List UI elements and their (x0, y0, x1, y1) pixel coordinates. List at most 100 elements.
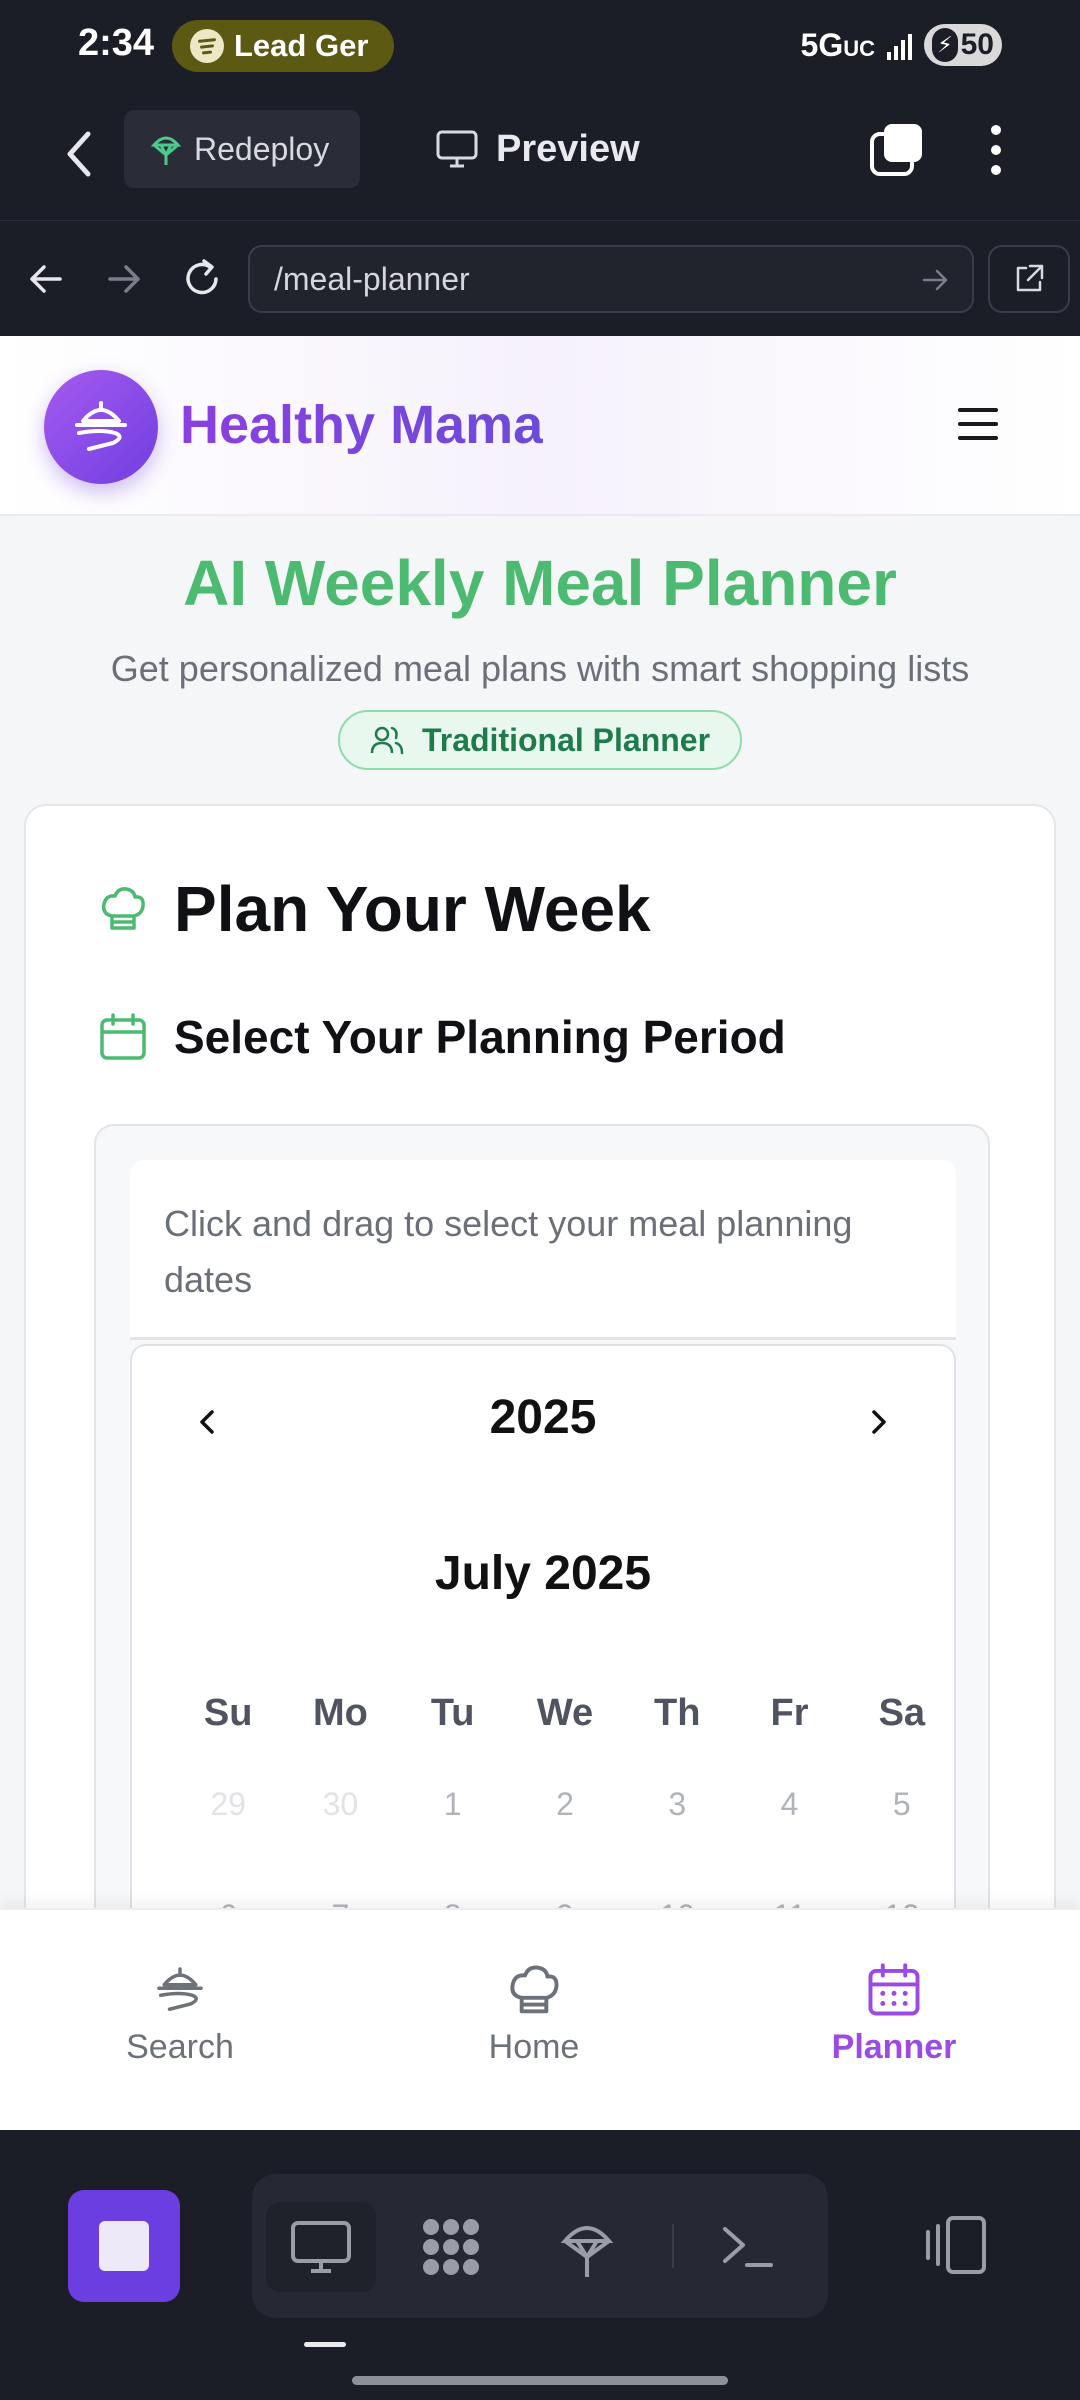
planner-mode-label: Traditional Planner (421, 721, 711, 758)
app-bar: Redeploy Preview (0, 92, 1080, 220)
calendar-day[interactable]: 5 (846, 1786, 958, 1823)
nav-planner[interactable]: Planner (774, 1962, 1014, 2067)
calendar-day[interactable]: 7 (284, 1898, 396, 1909)
weekday-label: Su (203, 1691, 253, 1734)
web-content: Healthy Mama AI Weekly Meal Planner Get … (0, 336, 1080, 1908)
go-arrow-icon[interactable] (920, 265, 950, 295)
dots-grid-icon (423, 2219, 479, 2275)
calendar-week-row: 29 30 1 2 3 4 5 (172, 1748, 958, 1860)
tool-deploy[interactable] (532, 2202, 642, 2292)
calendar-day[interactable]: 3 (621, 1786, 733, 1823)
redeploy-label: Redeploy (194, 130, 330, 167)
calendar-week-row: 6 7 8 9 10 11 12 (172, 1860, 958, 1909)
active-tool-indicator (304, 2342, 346, 2347)
status-bar: 2:34 Lead Ger 5GUC ⚡ 50 (0, 0, 1080, 92)
spotify-icon (190, 29, 224, 63)
network-indicator: 5GUC (800, 26, 875, 63)
tool-console[interactable] (692, 2202, 802, 2292)
device-toggle-icon[interactable] (920, 2210, 990, 2280)
chef-hat-icon (510, 1965, 559, 2014)
calendar-day[interactable]: 10 (621, 1898, 733, 1909)
calendar-day-outside: 30 (322, 1785, 359, 1822)
nav-home-label: Home (488, 2028, 580, 2066)
browser-back-icon[interactable] (24, 257, 68, 301)
period-title: Select Your Planning Period (174, 1011, 786, 1063)
calendar-month: July 2025 (434, 1547, 652, 1600)
nav-planner-label: Planner (831, 2028, 957, 2066)
weekday-label: Th (654, 1691, 701, 1734)
tabs-icon[interactable] (868, 122, 924, 178)
weekday-label: Fr (770, 1691, 809, 1734)
reload-icon[interactable] (180, 257, 224, 301)
deploy-icon (150, 136, 182, 165)
planner-mode-badge[interactable]: Traditional Planner (338, 710, 742, 770)
more-vertical-icon[interactable] (986, 122, 1006, 178)
terminal-icon (723, 2227, 773, 2267)
battery-indicator: ⚡ 50 (924, 24, 1002, 66)
weekday-label: We (536, 1691, 594, 1734)
plan-title: Plan Your Week (174, 873, 651, 945)
media-title: Lead Ger (234, 28, 369, 63)
external-link-icon (1016, 264, 1044, 292)
weekday-header-row: Su Mo Tu We Th Fr Sa (172, 1678, 958, 1748)
calendar-year: 2025 (489, 1391, 597, 1444)
url-input[interactable]: /meal-planner (248, 245, 974, 313)
preview-label: Preview (496, 127, 640, 170)
food-bowl-icon (75, 401, 127, 451)
calendar-day[interactable]: 8 (397, 1898, 509, 1909)
plan-card: Plan Your Week Select Your Planning Peri… (24, 804, 1056, 1908)
home-indicator[interactable] (352, 2376, 728, 2385)
calendar-day[interactable]: 9 (509, 1898, 621, 1909)
url-text: /meal-planner (274, 260, 470, 297)
calendar-hint: Click and drag to select your meal plann… (130, 1160, 956, 1340)
weekday-label: Sa (878, 1691, 926, 1734)
period-heading: Select Your Planning Period (98, 1010, 786, 1064)
weekday-label: Mo (312, 1691, 368, 1734)
nav-search-label: Search (126, 2028, 234, 2066)
back-icon[interactable] (60, 126, 100, 182)
page-title: AI Weekly Meal Planner (183, 547, 897, 619)
calendar-day[interactable]: 2 (509, 1786, 621, 1823)
signal-icon (887, 30, 912, 60)
deploy-icon (560, 2226, 614, 2277)
monitor-icon (291, 2221, 351, 2273)
browser-toolbar: /meal-planner (0, 220, 1080, 336)
tool-separator (672, 2224, 674, 2268)
chef-hat-icon (101, 887, 145, 930)
next-year-icon[interactable] (864, 1402, 894, 1442)
brand-name[interactable]: Healthy Mama (180, 394, 543, 456)
users-icon (370, 726, 404, 755)
nav-search[interactable]: Search (60, 1962, 300, 2067)
page-subtitle: Get personalized meal plans with smart s… (110, 648, 970, 689)
weekday-label: Tu (430, 1691, 475, 1734)
calendar-day-outside: 29 (210, 1785, 246, 1822)
tool-services[interactable] (396, 2202, 506, 2292)
tool-group (252, 2174, 828, 2318)
tool-preview[interactable] (266, 2202, 376, 2292)
nav-home[interactable]: Home (414, 1962, 654, 2067)
calendar-day[interactable]: 6 (172, 1898, 284, 1909)
bottom-nav: Search Home Planner (0, 1908, 1080, 2130)
redeploy-button[interactable]: Redeploy (124, 110, 360, 188)
browser-forward-icon[interactable] (102, 257, 146, 301)
monitor-icon (436, 130, 478, 168)
calendar-day[interactable]: 11 (733, 1898, 845, 1909)
calendar-day[interactable]: 1 (397, 1786, 509, 1823)
calendar-day[interactable]: 4 (733, 1786, 845, 1823)
calendar-day[interactable]: 12 (846, 1898, 958, 1909)
menu-icon[interactable] (958, 408, 998, 444)
date-range-picker: Click and drag to select your meal plann… (94, 1124, 990, 1908)
open-external-button[interactable] (988, 245, 1070, 313)
stop-button[interactable] (68, 2190, 180, 2302)
preview-button[interactable]: Preview (436, 110, 640, 188)
calendar-icon (100, 1013, 146, 1060)
calendar-icon (868, 1963, 920, 2016)
site-header: Healthy Mama (0, 336, 1080, 516)
calendar[interactable]: 2025 July 2025 Su Mo Tu We Th Fr Sa 29 3… (130, 1344, 956, 1908)
logo[interactable] (44, 370, 158, 484)
charging-icon: ⚡ (932, 28, 958, 62)
food-bowl-icon (157, 1967, 203, 2011)
calendar-grid: Su Mo Tu We Th Fr Sa 29 30 1 2 3 4 5 (172, 1678, 958, 1909)
plan-heading: Plan Your Week (98, 872, 651, 946)
media-pill[interactable]: Lead Ger (172, 20, 394, 72)
